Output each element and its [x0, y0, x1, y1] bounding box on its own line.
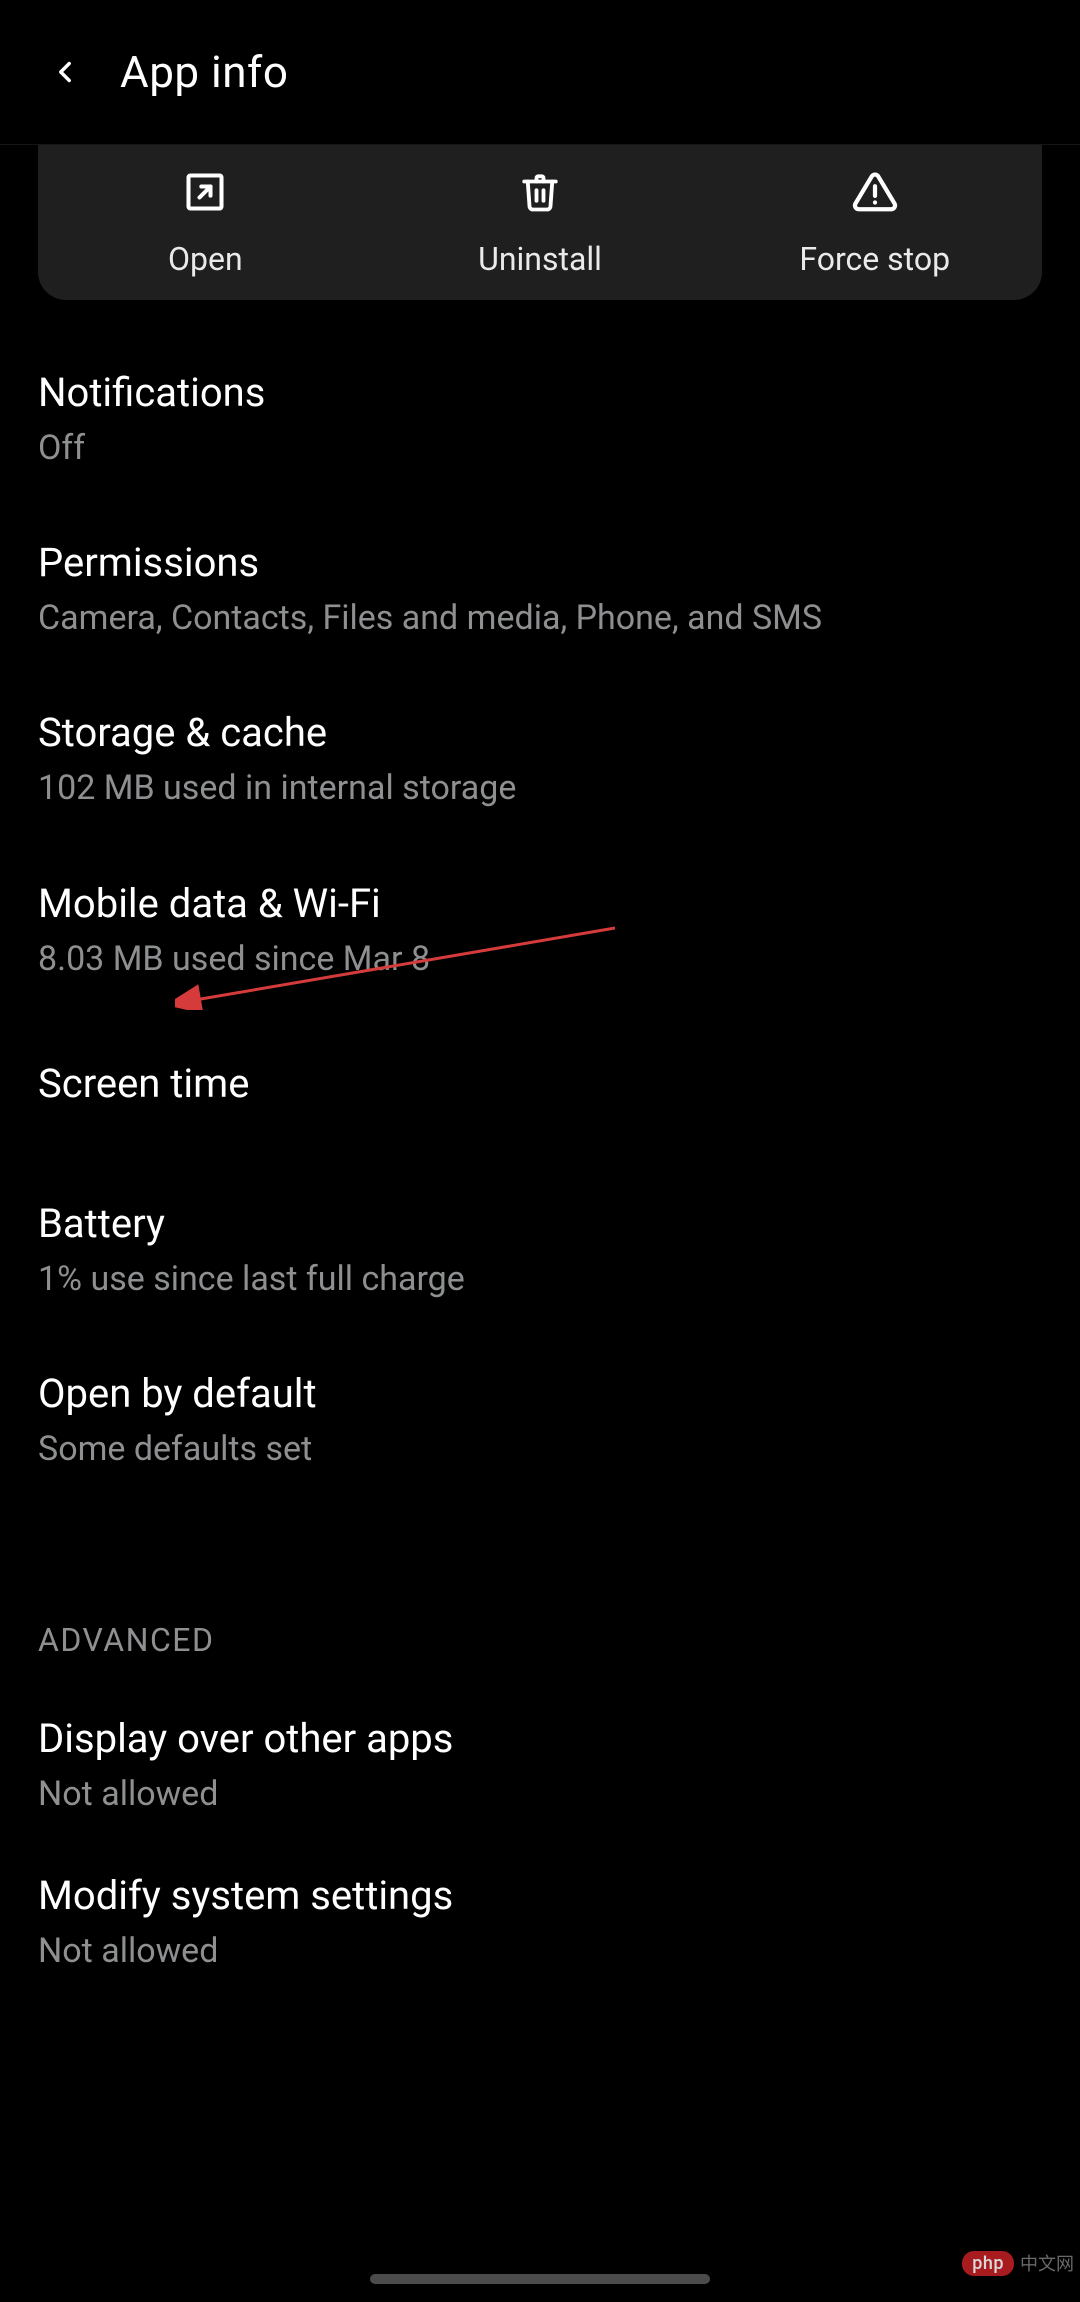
display-over-apps-item[interactable]: Display over other apps Not allowed	[38, 1659, 1042, 1816]
open-by-default-title: Open by default	[38, 1369, 1042, 1419]
nav-pill-icon	[370, 2274, 710, 2284]
page-title: App info	[120, 46, 288, 98]
modify-system-settings-item[interactable]: Modify system settings Not allowed	[38, 1816, 1042, 1973]
watermark-pill: php	[962, 2251, 1014, 2276]
open-label: Open	[168, 240, 243, 278]
modify-system-settings-sub: Not allowed	[38, 1929, 1042, 1973]
open-by-default-sub: Some defaults set	[38, 1427, 1042, 1471]
storage-item[interactable]: Storage & cache 102 MB used in internal …	[38, 640, 1042, 810]
screen-time-title: Screen time	[38, 1059, 1042, 1109]
action-card: Open Uninstall Force stop	[38, 145, 1042, 300]
battery-title: Battery	[38, 1199, 1042, 1249]
modify-system-settings-title: Modify system settings	[38, 1871, 1042, 1921]
notifications-title: Notifications	[38, 368, 1042, 418]
mobile-data-title: Mobile data & Wi-Fi	[38, 879, 1042, 929]
storage-sub: 102 MB used in internal storage	[38, 766, 1042, 810]
back-arrow-icon	[48, 55, 82, 89]
force-stop-label: Force stop	[799, 240, 950, 278]
app-bar: App info	[0, 0, 1080, 145]
open-button[interactable]: Open	[38, 145, 373, 300]
permissions-title: Permissions	[38, 538, 1042, 588]
notifications-sub: Off	[38, 426, 1042, 470]
warning-icon	[851, 169, 899, 215]
trash-icon	[519, 169, 561, 215]
mobile-data-item[interactable]: Mobile data & Wi-Fi 8.03 MB used since M…	[38, 811, 1042, 981]
permissions-item[interactable]: Permissions Camera, Contacts, Files and …	[38, 470, 1042, 640]
open-icon	[183, 170, 227, 214]
storage-title: Storage & cache	[38, 708, 1042, 758]
uninstall-button[interactable]: Uninstall	[373, 145, 708, 300]
force-stop-button[interactable]: Force stop	[707, 145, 1042, 300]
open-by-default-item[interactable]: Open by default Some defaults set	[38, 1301, 1042, 1471]
display-over-apps-title: Display over other apps	[38, 1714, 1042, 1764]
watermark-text: 中文网	[1020, 2250, 1074, 2276]
permissions-sub: Camera, Contacts, Files and media, Phone…	[38, 596, 1042, 640]
screen-time-item[interactable]: Screen time	[38, 981, 1042, 1109]
watermark: php 中文网	[962, 2250, 1074, 2276]
back-button[interactable]	[35, 42, 95, 102]
advanced-header: ADVANCED	[38, 1471, 1042, 1659]
settings-list: Notifications Off Permissions Camera, Co…	[0, 300, 1080, 1974]
display-over-apps-sub: Not allowed	[38, 1772, 1042, 1816]
notifications-item[interactable]: Notifications Off	[38, 300, 1042, 470]
gesture-nav-bar[interactable]	[0, 2274, 1080, 2292]
mobile-data-sub: 8.03 MB used since Mar 8	[38, 937, 1042, 981]
battery-sub: 1% use since last full charge	[38, 1257, 1042, 1301]
battery-item[interactable]: Battery 1% use since last full charge	[38, 1109, 1042, 1301]
uninstall-label: Uninstall	[478, 240, 602, 278]
